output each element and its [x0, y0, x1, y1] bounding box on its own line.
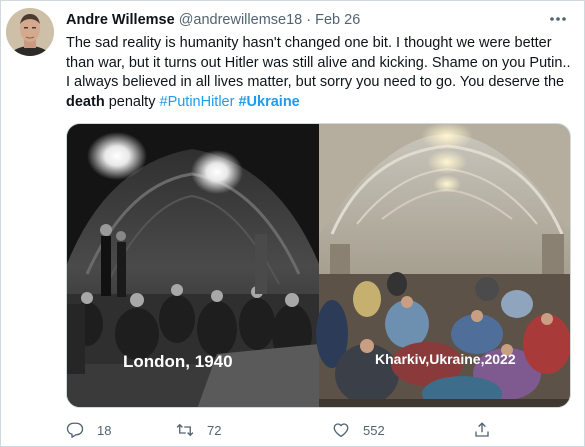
- hashtag-ukraine[interactable]: #Ukraine: [238, 94, 299, 110]
- author-handle[interactable]: @andrewillemse18: [179, 12, 303, 28]
- left-caption: London, 1940: [123, 352, 233, 371]
- tweet-text-part2: penalty: [104, 93, 160, 110]
- like-button[interactable]: 552: [332, 419, 385, 441]
- share-button[interactable]: [473, 419, 491, 441]
- like-count: 552: [363, 422, 385, 438]
- share-icon: [475, 422, 489, 437]
- right-caption: Kharkiv,Ukraine,2022: [375, 351, 516, 367]
- more-icon[interactable]: [546, 9, 570, 29]
- tweet-media[interactable]: London, 1940 Kharkiv,Ukraine,2022: [66, 123, 571, 408]
- author-name[interactable]: Andre Willemse: [66, 12, 175, 28]
- separator: ·: [306, 12, 312, 28]
- media-image: London, 1940 Kharkiv,Ukraine,2022: [67, 124, 570, 407]
- tweet-header: Andre Willemse @andrewillemse18 · Feb 26: [66, 11, 544, 29]
- avatar-image: [6, 8, 54, 56]
- retweet-icon: [176, 423, 194, 437]
- tweet-date[interactable]: Feb 26: [315, 12, 360, 28]
- tweet-text-part1: The sad reality is humanity hasn't chang…: [66, 35, 571, 90]
- hashtag-putinhitler[interactable]: #PutinHitler: [160, 94, 235, 110]
- tweet-text-bold: death: [66, 93, 105, 110]
- avatar[interactable]: [6, 8, 54, 56]
- reply-icon: [66, 422, 84, 438]
- tweet-text: The sad reality is humanity hasn't chang…: [66, 34, 574, 112]
- retweet-count: 72: [207, 422, 222, 438]
- reply-button[interactable]: 18: [66, 419, 111, 441]
- tweet-card[interactable]: Andre Willemse @andrewillemse18 · Feb 26…: [0, 0, 585, 447]
- reply-count: 18: [97, 422, 112, 438]
- like-icon: [333, 423, 349, 438]
- retweet-button[interactable]: 72: [176, 419, 221, 441]
- action-bar: 18 72 552: [66, 419, 506, 441]
